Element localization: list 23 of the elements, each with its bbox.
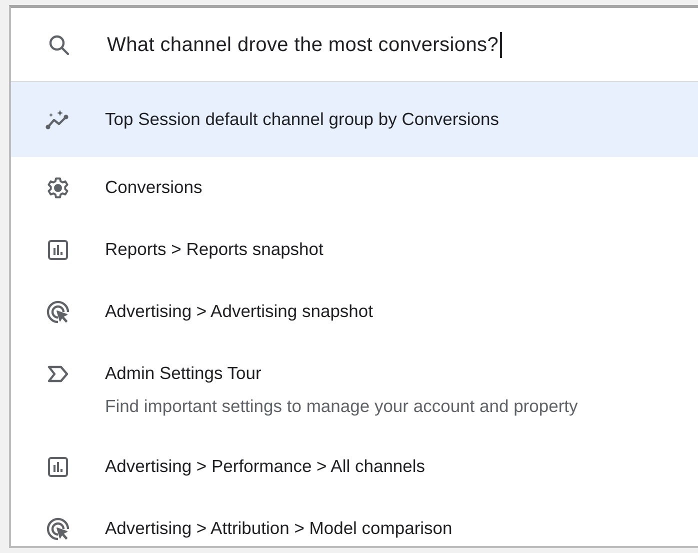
result-item[interactable]: Advertising > Attribution > Model comparison	[11, 498, 698, 553]
result-title: Advertising > Performance > All channels	[105, 455, 426, 477]
result-title: Conversions	[105, 176, 202, 198]
result-title: Advertising > Attribution > Model comparison	[105, 517, 452, 539]
result-description: Find important settings to manage your account and property	[105, 395, 578, 417]
search-field[interactable]: What channel drove the most conversions?	[107, 32, 502, 58]
result-item[interactable]: Top Session default channel group by Conversions	[11, 82, 698, 157]
result-title: Top Session default channel group by Conversions	[105, 108, 499, 130]
result-title: Admin Settings Tour	[105, 362, 262, 384]
bar-chart-icon	[45, 238, 71, 262]
result-title: Advertising > Advertising snapshot	[105, 300, 374, 322]
result-item[interactable]: Conversions	[11, 157, 698, 219]
result-item[interactable]: Reports > Reports snapshot	[11, 219, 698, 281]
gear-icon	[45, 176, 71, 200]
search-icon	[47, 32, 71, 56]
target-cursor-icon	[45, 300, 71, 324]
bar-chart-icon	[45, 455, 71, 479]
result-item[interactable]: Admin Settings Tour Find important settings to manage your account and property	[11, 343, 698, 436]
sparkle-chart-icon	[45, 108, 71, 132]
target-cursor-icon	[45, 517, 71, 541]
result-item[interactable]: Advertising > Performance > All channels	[11, 436, 698, 498]
result-title: Reports > Reports snapshot	[105, 238, 324, 260]
result-item[interactable]: Advertising > Advertising snapshot	[11, 281, 698, 343]
